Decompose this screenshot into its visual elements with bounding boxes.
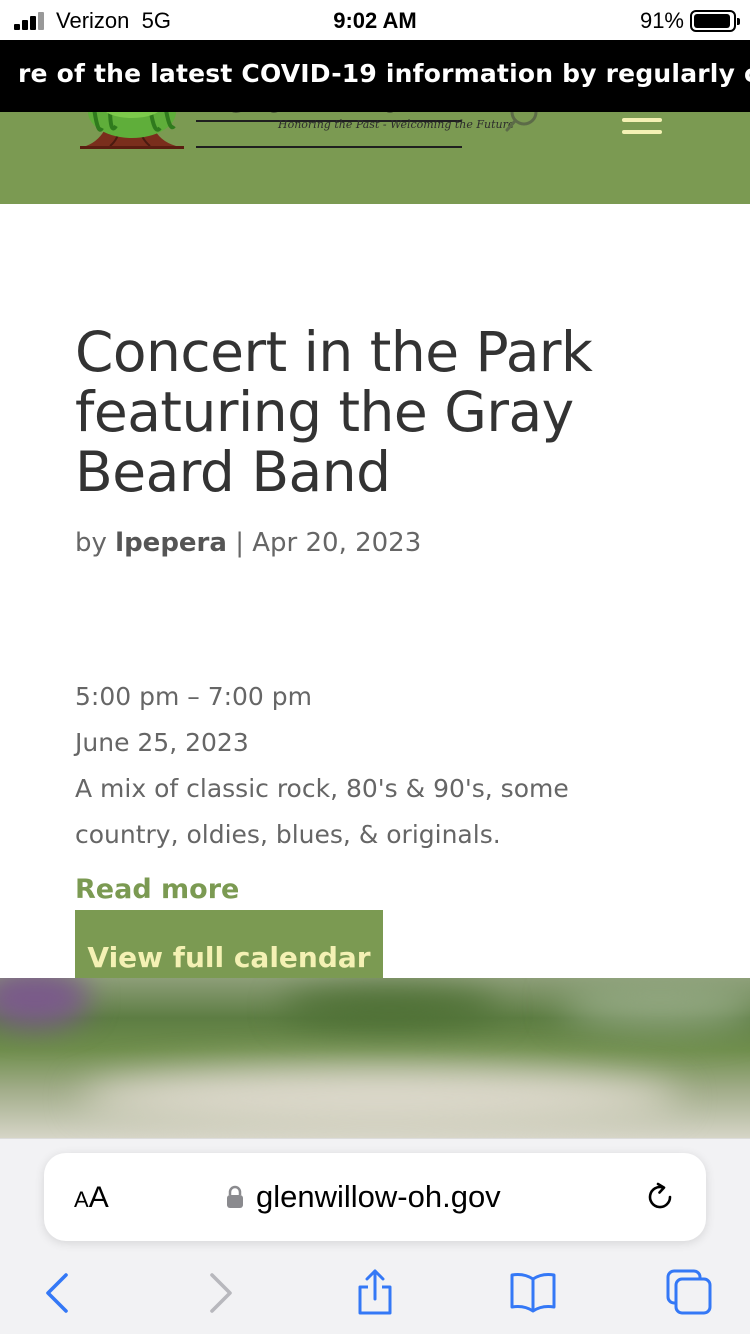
bookmarks-icon[interactable] xyxy=(508,1269,558,1315)
event-details: 5:00 pm – 7:00 pm June 25, 2023 A mix of… xyxy=(75,674,635,858)
browser-toolbar: AA glenwillow-oh.gov xyxy=(0,1138,750,1334)
url-text: glenwillow-oh.gov xyxy=(256,1179,501,1214)
blurred-park-photo xyxy=(0,978,750,1138)
event-description-line-1: A mix of classic rock, 80's & 90's, some xyxy=(75,774,569,803)
aa-small: A xyxy=(74,1187,89,1212)
site-header: Glenwillow Honoring the Past - Welcoming… xyxy=(0,112,750,204)
battery-percent: 91% xyxy=(639,8,684,33)
covid-ticker[interactable]: re of the latest COVID-19 information by… xyxy=(0,40,750,112)
read-more-link[interactable]: Read more xyxy=(75,874,239,905)
post-meta: by lpepera | Apr 20, 2023 xyxy=(75,528,421,558)
reader-text-size-button[interactable]: AA xyxy=(74,1181,109,1215)
hamburger-menu-icon[interactable] xyxy=(622,118,664,144)
share-icon[interactable] xyxy=(350,1269,400,1315)
by-label: by xyxy=(75,528,107,558)
clock: 9:02 AM xyxy=(333,8,417,33)
ticker-text: re of the latest COVID-19 information by… xyxy=(18,59,750,88)
meta-separator: | xyxy=(235,528,244,558)
aa-big: A xyxy=(88,1181,109,1214)
tabs-icon[interactable] xyxy=(664,1269,714,1315)
search-icon[interactable] xyxy=(504,112,540,136)
event-time: 5:00 pm – 7:00 pm xyxy=(75,682,313,711)
status-bar: Verizon 5G 9:02 AM 91% xyxy=(0,0,750,40)
forward-icon[interactable] xyxy=(196,1269,246,1315)
logo-tagline: Honoring the Past - Welcoming the Future xyxy=(278,118,515,131)
site-logo[interactable]: Glenwillow Honoring the Past - Welcoming… xyxy=(80,112,514,162)
reload-icon[interactable] xyxy=(644,1181,676,1213)
event-description-line-2: country, oldies, blues, & originals. xyxy=(75,820,501,849)
lock-icon xyxy=(226,1185,244,1209)
post-date: Apr 20, 2023 xyxy=(252,528,422,558)
post-title: Concert in the Park featuring the Gray B… xyxy=(75,320,593,504)
address-bar[interactable]: AA glenwillow-oh.gov xyxy=(44,1153,706,1241)
back-icon[interactable] xyxy=(34,1269,84,1315)
event-date: June 25, 2023 xyxy=(75,728,249,757)
battery-icon xyxy=(690,10,740,32)
author-link[interactable]: lpepera xyxy=(115,528,227,558)
